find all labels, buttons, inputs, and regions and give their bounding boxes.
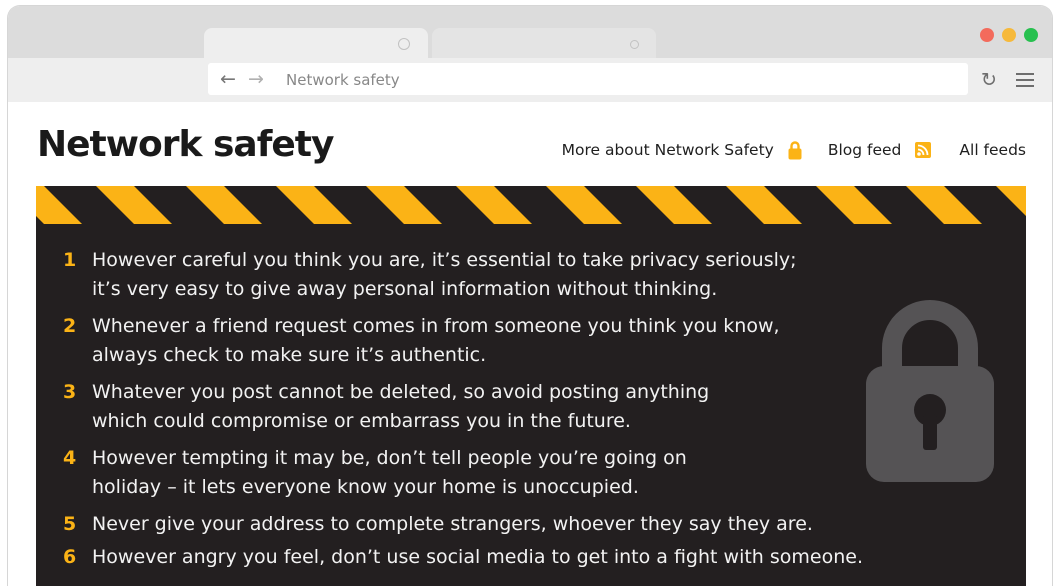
list-item: 3 Whatever you post cannot be deleted, so… [63,378,943,436]
page-content: Network safety More about Network Safety… [8,102,1052,586]
tip-number: 2 [63,315,77,337]
safety-tips-panel: 1 However careful you think you are, it’s… [36,186,1026,586]
safety-tips-list: 1 However careful you think you are, it’s… [63,246,943,576]
reload-icon[interactable]: ↻ [981,70,997,90]
tip-text: However tempting it may be, don’t tell p… [92,447,687,498]
tip-number: 5 [63,513,77,535]
window-minimize-button[interactable] [1002,28,1016,42]
more-about-link[interactable]: More about Network Safety [562,141,774,159]
tip-number: 4 [63,447,77,469]
browser-window: ← → Network safety ↻ Network safety More… [8,6,1052,586]
page-title: Network safety [37,124,334,165]
rss-icon [915,142,932,158]
arrow-right-icon[interactable]: → [248,70,264,89]
tab-close-icon[interactable] [398,38,410,50]
tip-number: 6 [63,546,77,568]
url-text[interactable]: Network safety [286,71,400,89]
url-field[interactable]: ← → Network safety [208,63,968,95]
hamburger-menu-icon[interactable] [1016,73,1034,87]
list-item: 2 Whenever a friend request comes in from… [63,312,943,370]
tab-close-icon[interactable] [630,40,639,49]
padlock-icon [788,141,802,160]
blog-feed-link[interactable]: Blog feed [828,141,902,159]
all-feeds-link[interactable]: All feeds [959,141,1026,159]
tip-text: Whatever you post cannot be deleted, so … [92,381,710,432]
list-item: 5 Never give your address to complete str… [63,510,943,539]
list-item: 6 However angry you feel, don’t use socia… [63,543,943,572]
hazard-stripes [36,186,1026,224]
browser-chrome: ← → Network safety ↻ [8,6,1052,102]
tip-number: 1 [63,249,77,271]
address-bar: ← → Network safety ↻ [8,58,1052,102]
list-item: 1 However careful you think you are, it’s… [63,246,943,304]
tip-number: 3 [63,381,77,403]
list-item: 4 However tempting it may be, don’t tell … [63,444,943,502]
tip-text: However careful you think you are, it’s … [92,249,797,300]
window-maximize-button[interactable] [1024,28,1038,42]
tip-text: Whenever a friend request comes in from … [92,315,780,366]
header-links: More about Network Safety Blog feed All … [562,140,1026,160]
arrow-left-icon[interactable]: ← [220,70,236,89]
tip-text: However angry you feel, don’t use social… [92,546,863,568]
window-close-button[interactable] [980,28,994,42]
tip-text: Never give your address to complete stra… [92,513,813,535]
